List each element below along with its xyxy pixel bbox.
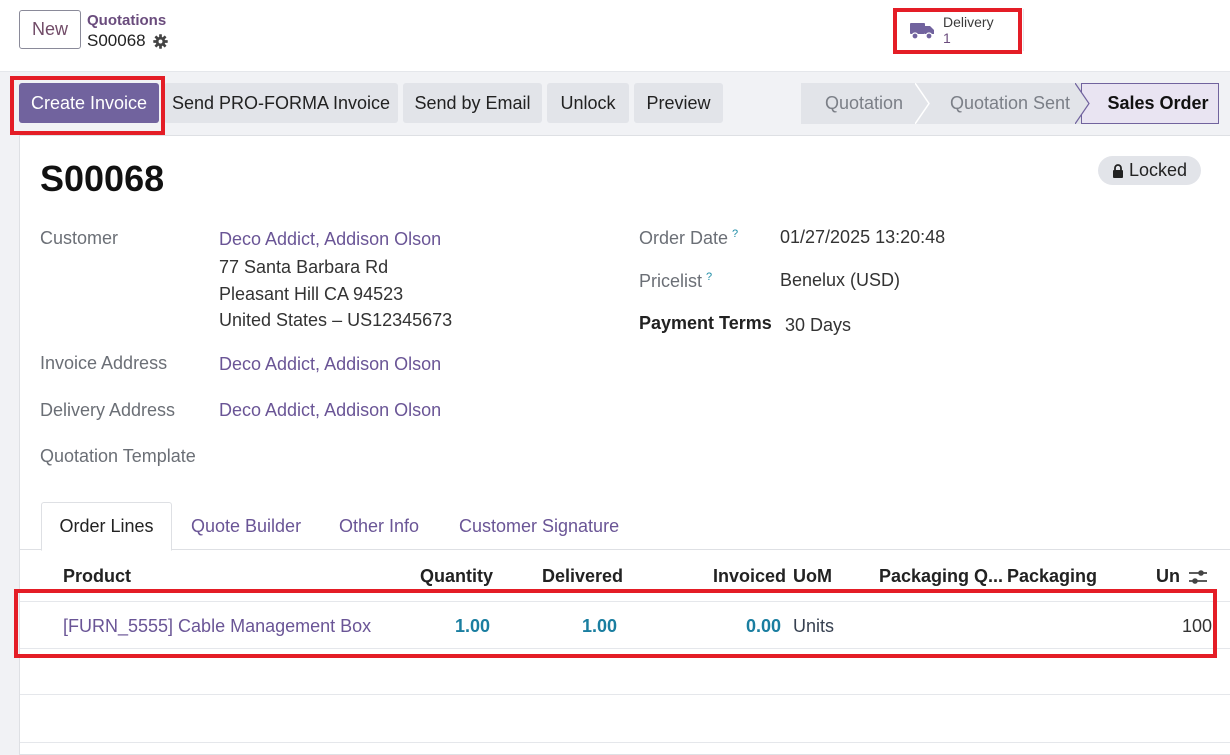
customer-link[interactable]: Deco Addict, Addison Olson	[219, 226, 441, 253]
breadcrumb-parent-link[interactable]: Quotations	[87, 12, 166, 29]
pricelist-value: Benelux (USD)	[780, 270, 901, 290]
stage-separator-icon	[1075, 83, 1090, 124]
create-invoice-button[interactable]: Create Invoice	[19, 83, 159, 123]
order-line-unit-price-clip: 100.0	[1160, 616, 1214, 640]
order-name: S00068	[40, 158, 165, 199]
tab-quote-builder[interactable]: Quote Builder	[191, 502, 301, 550]
send-by-email-button[interactable]: Send by Email	[403, 83, 542, 123]
order-line-uom[interactable]: Units	[793, 616, 834, 637]
control-panel: New Quotations S00068 Delivery 1	[0, 0, 1230, 72]
tab-customer-signature[interactable]: Customer Signature	[459, 502, 619, 550]
pricelist-label-text: Pricelist	[639, 271, 703, 291]
invoice-address-link[interactable]: Deco Addict, Addison Olson	[219, 351, 441, 378]
locked-label: Locked	[1129, 160, 1188, 180]
order-line-product[interactable]: [FURN_5555] Cable Management Box	[63, 616, 371, 637]
optional-columns-icon[interactable]	[1188, 568, 1208, 586]
delivery-count: 1	[943, 30, 951, 46]
stage-quotation-sent[interactable]: Quotation Sent	[921, 83, 1081, 124]
tab-other-info[interactable]: Other Info	[339, 502, 419, 550]
stage-separator-icon	[915, 83, 930, 124]
breadcrumb-current-label: S00068	[87, 31, 146, 50]
pricelist-label: Pricelist?	[639, 271, 712, 292]
customer-address-line2: Pleasant Hill CA 94523	[219, 284, 404, 304]
column-header-delivered[interactable]: Delivered	[542, 566, 623, 587]
breadcrumb-current: S00068	[87, 31, 169, 51]
column-header-quantity[interactable]: Quantity	[420, 566, 493, 587]
unlock-button[interactable]: Unlock	[547, 83, 629, 123]
order-date-label: Order Date?	[639, 228, 738, 249]
preview-button[interactable]: Preview	[634, 83, 723, 123]
order-line-delivered[interactable]: 1.00	[567, 616, 617, 637]
table-empty-row	[20, 695, 1230, 743]
customer-label: Customer	[40, 228, 119, 248]
delivery-address-label: Delivery Address	[40, 400, 176, 420]
column-header-invoiced[interactable]: Invoiced	[713, 566, 786, 587]
stage-quotation[interactable]: Quotation	[801, 83, 921, 124]
order-date-label-text: Order Date	[639, 228, 729, 248]
tab-order-lines[interactable]: Order Lines	[41, 502, 172, 551]
help-tooltip-icon[interactable]: ?	[732, 228, 738, 240]
status-bar: Quotation Quotation Sent Sales Order	[801, 83, 1219, 124]
table-empty-row	[20, 649, 1230, 695]
customer-address-line1: 77 Santa Barbara Rd	[219, 257, 389, 277]
locked-badge: Locked	[1098, 156, 1202, 185]
order-line-invoiced: 0.00	[745, 616, 781, 636]
gear-icon[interactable]	[152, 33, 169, 50]
invoice-address-label: Invoice Address	[40, 353, 168, 373]
payment-terms-label: Payment Terms	[639, 313, 772, 333]
delivery-label: Delivery	[943, 14, 994, 30]
notebook-tabs: Order Lines Quote Builder Other Info Cus…	[20, 502, 1230, 551]
form-sheet: S00068 Locked Customer Deco Addict, Addi…	[19, 135, 1230, 755]
column-header-packaging-qty[interactable]: Packaging Q...	[879, 566, 1003, 587]
help-tooltip-icon[interactable]: ?	[706, 271, 712, 283]
column-header-uom[interactable]: UoM	[793, 566, 832, 587]
delivery-smart-button[interactable]: Delivery 1	[896, 9, 1024, 51]
payment-terms-value: 30 Days	[785, 315, 852, 335]
truck-icon	[910, 23, 934, 40]
stage-sales-order[interactable]: Sales Order	[1081, 83, 1219, 124]
column-header-product[interactable]: Product	[63, 566, 131, 587]
order-line-unit-price[interactable]: 100.0	[1182, 616, 1214, 637]
order-date-value: 01/27/2025 13:20:48	[780, 227, 946, 247]
lock-icon	[1113, 163, 1123, 178]
delivery-address-link[interactable]: Deco Addict, Addison Olson	[219, 397, 441, 424]
order-line-quantity[interactable]: 1.00	[440, 616, 490, 637]
column-header-unit-price[interactable]: Un	[1156, 566, 1180, 587]
quotation-template-label: Quotation Template	[40, 446, 196, 466]
customer-address-line3: United States – US12345673	[219, 310, 453, 330]
new-button[interactable]: New	[19, 10, 81, 49]
column-header-packaging[interactable]: Packaging	[1007, 566, 1097, 587]
send-proforma-button[interactable]: Send PRO-FORMA Invoice	[164, 83, 398, 123]
